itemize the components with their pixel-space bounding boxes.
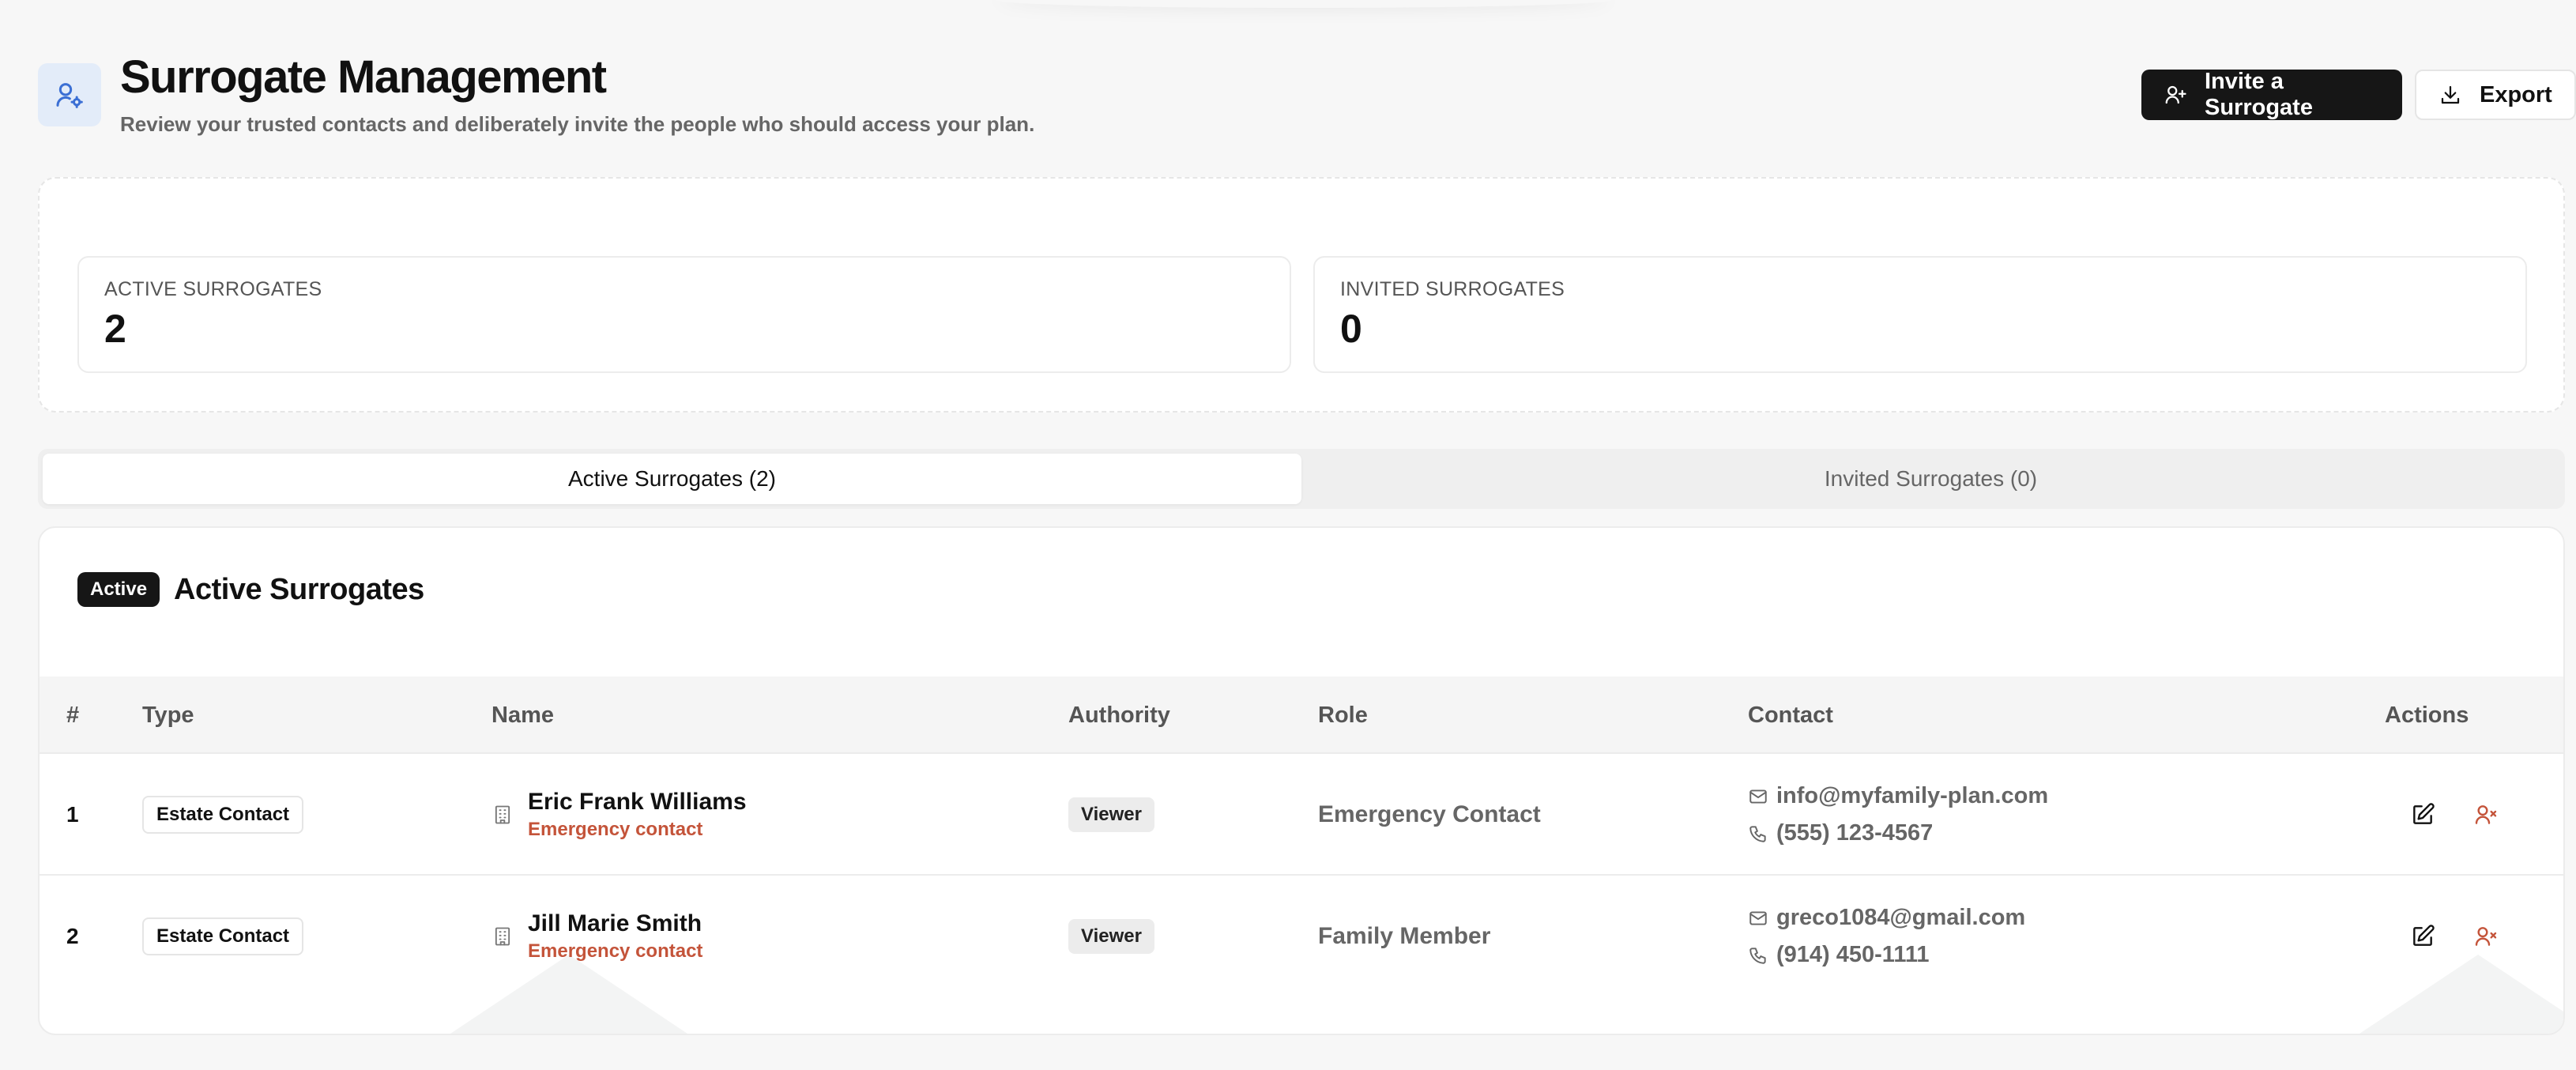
invite-surrogate-label: Invite a Surrogate: [2205, 69, 2313, 120]
table-row: 2 Estate Contact Jill Marie Smith Emerge…: [40, 876, 2563, 997]
mail-icon: [1748, 786, 1768, 807]
contact-phone[interactable]: (914) 450-1111: [1776, 942, 1930, 968]
stat-value: 2: [104, 307, 126, 351]
surrogate-name: Jill Marie Smith: [528, 910, 702, 936]
column-header-name: Name: [491, 702, 554, 728]
mail-icon: [1748, 908, 1768, 929]
phone-icon: [1748, 823, 1768, 844]
type-badge: Estate Contact: [142, 796, 304, 834]
table-row: 1 Estate Contact Eric Frank Williams Eme…: [40, 754, 2563, 876]
column-header-contact: Contact: [1748, 702, 1833, 728]
top-shadow: [996, 0, 1612, 8]
remove-surrogate-button[interactable]: [2470, 799, 2502, 831]
surrogate-subtitle: Emergency contact: [528, 819, 703, 840]
role-text: Emergency Contact: [1318, 801, 1541, 827]
active-surrogates-card: Active Active Surrogates # Type Name Aut…: [38, 526, 2565, 1035]
building-icon: [491, 803, 514, 827]
card-header: Active Active Surrogates: [77, 572, 424, 607]
surrogate-tabs: Active Surrogates (2) Invited Surrogates…: [38, 449, 2565, 509]
tab-invited-surrogates[interactable]: Invited Surrogates (0): [1301, 454, 2560, 504]
column-header-index: #: [66, 702, 80, 728]
stat-value: 0: [1340, 307, 1362, 351]
export-label: Export: [2480, 81, 2552, 107]
column-header-actions: Actions: [2385, 702, 2469, 728]
page-subtitle: Review your trusted contacts and deliber…: [120, 112, 1035, 136]
download-icon: [2439, 83, 2462, 107]
type-badge: Estate Contact: [142, 917, 304, 955]
stat-label: ACTIVE SURROGATES: [104, 278, 322, 300]
column-header-authority: Authority: [1068, 702, 1170, 728]
contact-email[interactable]: greco1084@gmail.com: [1776, 905, 2025, 931]
stat-label: INVITED SURROGATES: [1340, 278, 1565, 300]
edit-icon: [2410, 802, 2435, 827]
surrogate-subtitle: Emergency contact: [528, 940, 703, 962]
tab-active-surrogates[interactable]: Active Surrogates (2): [43, 454, 1301, 504]
card-title: Active Surrogates: [174, 572, 424, 606]
export-button[interactable]: Export: [2415, 70, 2576, 120]
edit-icon: [2410, 924, 2435, 949]
column-header-role: Role: [1318, 702, 1368, 728]
page-title: Surrogate Management: [120, 51, 607, 103]
stat-active-surrogates: ACTIVE SURROGATES 2: [77, 256, 1291, 373]
user-settings-icon: [38, 63, 101, 126]
role-text: Family Member: [1318, 923, 1491, 949]
page-header: Surrogate Management Review your trusted…: [38, 51, 2576, 153]
building-icon: [491, 925, 514, 948]
phone-icon: [1748, 945, 1768, 966]
contact-phone[interactable]: (555) 123-4567: [1776, 820, 1933, 846]
stat-invited-surrogates: INVITED SURROGATES 0: [1313, 256, 2527, 373]
remove-surrogate-button[interactable]: [2470, 921, 2502, 952]
active-badge: Active: [77, 572, 160, 607]
contact-email[interactable]: info@myfamily-plan.com: [1776, 783, 2048, 809]
authority-badge: Viewer: [1068, 919, 1154, 954]
stats-card: ACTIVE SURROGATES 2 INVITED SURROGATES 0: [38, 177, 2565, 413]
edit-surrogate-button[interactable]: [2407, 921, 2439, 952]
surrogate-name: Eric Frank Williams: [528, 789, 747, 815]
authority-badge: Viewer: [1068, 797, 1154, 832]
row-index: 2: [66, 924, 79, 948]
edit-surrogate-button[interactable]: [2407, 799, 2439, 831]
user-remove-icon: [2473, 924, 2499, 949]
column-header-type: Type: [142, 702, 194, 728]
row-index: 1: [66, 802, 79, 827]
invite-surrogate-button[interactable]: Invite a Surrogate: [2141, 69, 2402, 120]
user-plus-icon: [2164, 83, 2187, 107]
user-remove-icon: [2473, 802, 2499, 827]
table-header: # Type Name Authority Role Contact Actio…: [40, 676, 2563, 754]
